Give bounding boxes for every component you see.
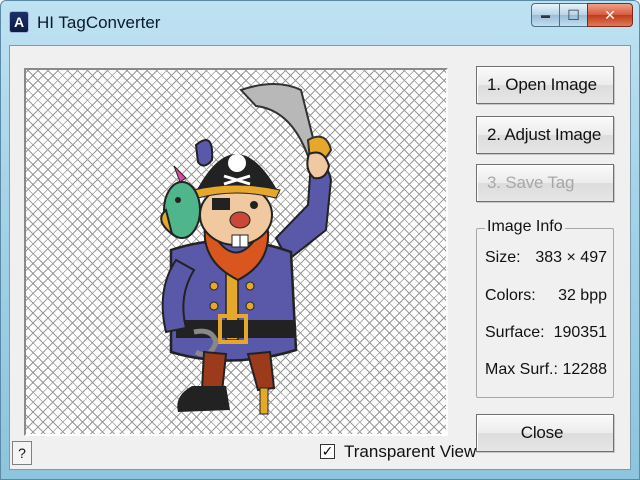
info-key: Max Surf.: xyxy=(485,361,558,378)
info-value: 190351 xyxy=(553,324,607,341)
close-button[interactable]: Close xyxy=(476,414,614,452)
help-button[interactable]: ? xyxy=(12,441,32,465)
save-tag-button[interactable]: 3. Save Tag xyxy=(476,164,614,202)
info-key: Size: xyxy=(485,249,521,266)
info-value: 12288 xyxy=(562,361,608,378)
maximize-button[interactable]: ☐ xyxy=(559,3,587,27)
close-icon: ✕ xyxy=(604,6,616,23)
open-image-button[interactable]: 1. Open Image xyxy=(476,66,614,104)
adjust-image-button[interactable]: 2. Adjust Image xyxy=(476,116,614,154)
transparent-view-checkbox[interactable]: ✓ xyxy=(320,444,335,459)
maximize-icon: ☐ xyxy=(567,6,580,23)
minimize-button[interactable]: ▬ xyxy=(531,3,559,27)
image-preview[interactable] xyxy=(24,68,448,436)
title-bar[interactable]: A HI TagConverter ▬ ☐ ✕ xyxy=(1,1,639,45)
pirate-image xyxy=(160,83,333,415)
info-key: Surface: xyxy=(485,324,545,341)
app-window: A HI TagConverter ▬ ☐ ✕ 1. Open Image 2.… xyxy=(0,0,640,480)
info-value: 32 bpp xyxy=(558,287,607,304)
info-key: Colors: xyxy=(485,287,536,304)
info-value: 383 × 497 xyxy=(535,249,607,266)
image-info-group: Image Info Size: 383 × 497 Colors: 32 bp… xyxy=(476,218,614,398)
image-info-legend: Image Info xyxy=(485,218,565,236)
minimize-icon: ▬ xyxy=(541,10,550,20)
window-title: HI TagConverter xyxy=(37,13,161,32)
app-icon[interactable]: A xyxy=(9,11,29,33)
caption-buttons: ▬ ☐ ✕ xyxy=(531,3,633,29)
close-window-button[interactable]: ✕ xyxy=(587,3,633,27)
transparent-view-label[interactable]: Transparent View xyxy=(344,442,476,462)
client-area: 1. Open Image 2. Adjust Image 3. Save Ta… xyxy=(9,45,631,470)
checkmark-icon: ✓ xyxy=(321,443,334,459)
